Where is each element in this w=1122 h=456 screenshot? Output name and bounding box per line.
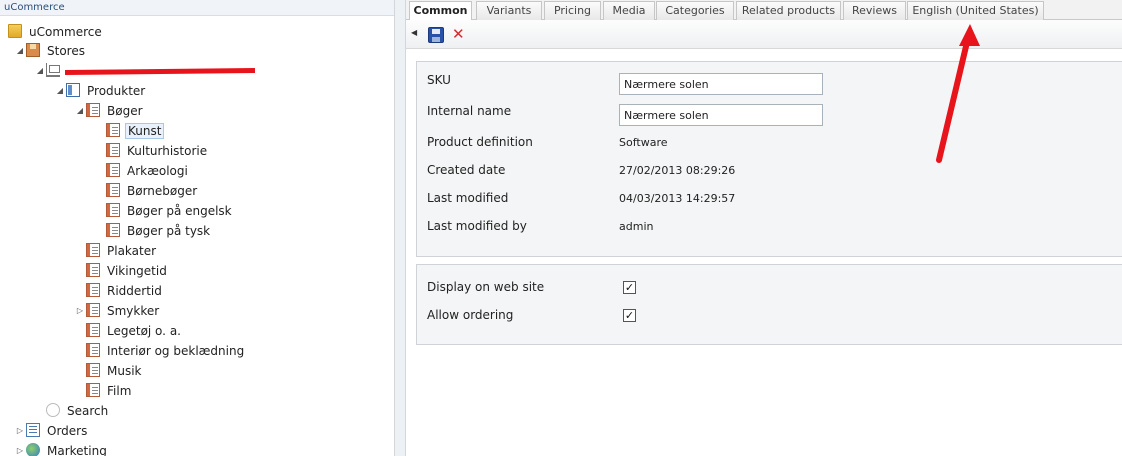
- category-icon: [86, 383, 100, 397]
- toolbar: ◀ ✕: [406, 20, 1122, 49]
- tree-node-kunst[interactable]: Kunst: [106, 122, 165, 140]
- display-on-web-checkbox[interactable]: ✓: [623, 281, 636, 294]
- category-icon: [106, 223, 120, 237]
- collapsed-arrow-icon[interactable]: ▷: [15, 442, 25, 456]
- expanded-arrow-icon[interactable]: ◢: [55, 82, 65, 100]
- tab-reviews[interactable]: Reviews: [843, 1, 906, 20]
- redaction-mark: [64, 68, 256, 75]
- last-modified-label: Last modified: [427, 191, 509, 205]
- created-date-label: Created date: [427, 163, 506, 177]
- cart-icon: [46, 63, 60, 77]
- tab-common[interactable]: Common: [409, 1, 472, 21]
- product-properties-panel: SKU Internal name Product definition Sof…: [416, 61, 1122, 257]
- tree-node-interior[interactable]: Interiør og beklædning: [86, 342, 246, 360]
- delete-icon[interactable]: ✕: [452, 25, 465, 43]
- collapsed-arrow-icon[interactable]: ▷: [75, 302, 85, 320]
- tree-node-boger-tysk[interactable]: Bøger på tysk: [106, 222, 212, 240]
- category-icon: [106, 183, 120, 197]
- tree-node-boger[interactable]: ◢ Bøger: [77, 102, 145, 120]
- tree-panel: uCommerce uCommerce ◢ Stores ◢ ◢ Produkt…: [0, 0, 395, 456]
- tree-node-plakater[interactable]: Plakater: [86, 242, 158, 260]
- tree-node-film[interactable]: Film: [86, 382, 133, 400]
- display-settings-panel: Display on web site ✓ Allow ordering ✓: [416, 264, 1122, 345]
- category-icon: [86, 283, 100, 297]
- allow-ordering-label: Allow ordering: [427, 308, 514, 322]
- tab-english-us[interactable]: English (United States): [907, 1, 1044, 20]
- category-icon: [86, 363, 100, 377]
- collapsed-arrow-icon[interactable]: ▷: [15, 422, 25, 440]
- tree-node-smykker[interactable]: ▷ Smykker: [77, 302, 161, 320]
- expanded-arrow-icon[interactable]: ◢: [35, 62, 45, 80]
- sku-input[interactable]: [619, 73, 823, 95]
- tree-node-marketing[interactable]: ▷ Marketing: [17, 442, 109, 456]
- tree-header: uCommerce: [0, 0, 395, 16]
- expanded-arrow-icon[interactable]: ◢: [15, 42, 25, 60]
- allow-ordering-checkbox[interactable]: ✓: [623, 309, 636, 322]
- tab-pricing[interactable]: Pricing: [544, 1, 601, 20]
- save-icon[interactable]: [428, 27, 444, 43]
- category-icon: [106, 203, 120, 217]
- back-arrow-icon[interactable]: ◀: [411, 28, 417, 37]
- category-icon: [106, 163, 120, 177]
- tree-node-vikingetid[interactable]: Vikingetid: [86, 262, 169, 280]
- content-panel: Common Variants Pricing Media Categories…: [406, 0, 1122, 456]
- last-modified-by-value: admin: [619, 220, 654, 233]
- globe-icon: [26, 443, 40, 456]
- tree-node-ucommerce[interactable]: uCommerce: [8, 23, 104, 41]
- product-definition-label: Product definition: [427, 135, 533, 149]
- tree-node-riddertid[interactable]: Riddertid: [86, 282, 164, 300]
- category-icon: [86, 263, 100, 277]
- box-icon: [26, 43, 40, 57]
- category-icon: [86, 243, 100, 257]
- tree-node-musik[interactable]: Musik: [86, 362, 144, 380]
- folder-icon: [8, 24, 22, 38]
- tree-node-bornebooger[interactable]: Børnebøger: [106, 182, 199, 200]
- tree-node-orders[interactable]: ▷ Orders: [17, 422, 89, 440]
- search-icon: [46, 403, 60, 417]
- tab-related-products[interactable]: Related products: [736, 1, 841, 20]
- tree-node-legetoj[interactable]: Legetøj o. a.: [86, 322, 183, 340]
- expanded-arrow-icon[interactable]: ◢: [75, 102, 85, 120]
- created-date-value: 27/02/2013 08:29:26: [619, 164, 736, 177]
- internal-name-label: Internal name: [427, 104, 512, 118]
- tree-node-search[interactable]: Search: [46, 402, 110, 420]
- tree-node-boger-engelsk[interactable]: Bøger på engelsk: [106, 202, 234, 220]
- tree-node-arkaeologi[interactable]: Arkæologi: [106, 162, 190, 180]
- category-icon: [106, 143, 120, 157]
- panel-splitter[interactable]: [394, 0, 406, 456]
- tree-node-kulturhistorie[interactable]: Kulturhistorie: [106, 142, 209, 160]
- category-icon: [86, 323, 100, 337]
- internal-name-input[interactable]: [619, 104, 823, 126]
- tab-media[interactable]: Media: [603, 1, 655, 20]
- last-modified-value: 04/03/2013 14:29:57: [619, 192, 736, 205]
- tree-node-stores[interactable]: ◢ Stores: [17, 42, 87, 60]
- category-icon: [86, 343, 100, 357]
- category-icon: [106, 123, 120, 137]
- tree-node-produkter[interactable]: ◢ Produkter: [57, 82, 147, 100]
- sku-label: SKU: [427, 73, 451, 87]
- tab-categories[interactable]: Categories: [656, 1, 734, 20]
- orders-icon: [26, 423, 40, 437]
- product-definition-value: Software: [619, 136, 668, 149]
- tab-bar: Common Variants Pricing Media Categories…: [406, 0, 1122, 21]
- last-modified-by-label: Last modified by: [427, 219, 527, 233]
- category-icon: [86, 103, 100, 117]
- tab-variants[interactable]: Variants: [476, 1, 542, 20]
- catalog-icon: [66, 83, 80, 97]
- display-on-web-label: Display on web site: [427, 280, 545, 294]
- category-icon: [86, 303, 100, 317]
